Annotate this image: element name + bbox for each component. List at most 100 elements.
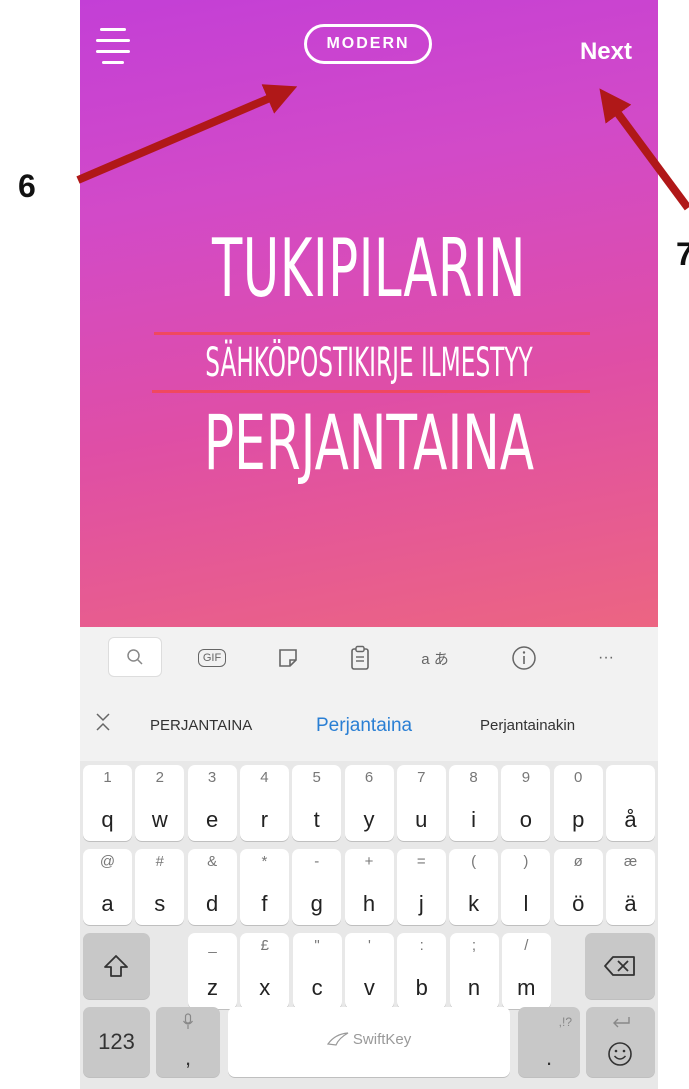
keyboard-toolbar: GIF a あ ···	[80, 627, 658, 689]
key-v[interactable]: ' v	[344, 933, 394, 1009]
key-primary-label: h	[362, 891, 376, 916]
search-icon[interactable]	[108, 637, 162, 677]
key-d[interactable]: & d	[187, 849, 237, 925]
comma-label: ,	[184, 1045, 192, 1070]
suggestion-right[interactable]: Perjantainakin	[480, 717, 575, 734]
shift-icon	[104, 955, 128, 977]
story-canvas[interactable]: MODERN Next TUKIPILARIN SÄHKÖPOSTIKIRJE …	[80, 0, 658, 627]
key-primary-label: x	[259, 975, 271, 1000]
key-u[interactable]: 7u	[396, 765, 446, 841]
key-m[interactable]: / m	[501, 933, 551, 1009]
text-style-button[interactable]: MODERN	[304, 24, 432, 64]
menu-icon[interactable]	[96, 26, 132, 68]
translate-icon[interactable]: a あ	[410, 639, 460, 677]
comma-key[interactable]: ,	[156, 1007, 220, 1077]
microphone-icon	[183, 1013, 193, 1029]
key-e[interactable]: 3e	[187, 765, 237, 841]
enter-icon	[613, 1017, 630, 1028]
key-primary-label: s	[154, 891, 166, 916]
key-c[interactable]: " c	[292, 933, 342, 1009]
story-text-line-2[interactable]: SÄHKÖPOSTIKIRJE ILMESTYY	[201, 340, 536, 386]
shift-key[interactable]	[83, 933, 150, 999]
period-key[interactable]: ,!? .	[518, 1007, 580, 1077]
key-primary-label: l	[523, 891, 529, 916]
numbers-key[interactable]: 123	[83, 1007, 150, 1077]
next-button[interactable]: Next	[580, 38, 632, 66]
key-a[interactable]: @ a	[83, 849, 132, 925]
key-z[interactable]: _ z	[188, 933, 237, 1009]
key-secondary-label: ø	[573, 853, 583, 870]
key-k[interactable]: (k	[449, 849, 499, 925]
key-ö[interactable]: øö	[553, 849, 603, 925]
key-secondary-label: 8	[469, 769, 478, 786]
key-r[interactable]: 4r	[239, 765, 289, 841]
suggestion-left[interactable]: PERJANTAINA	[150, 717, 252, 734]
spellcheck-underline	[154, 332, 590, 335]
key-primary-label: w	[151, 807, 168, 832]
key-secondary-label: 5	[312, 769, 321, 786]
key-ä[interactable]: æä	[606, 849, 655, 925]
key-primary-label: n	[467, 975, 481, 1000]
key-h[interactable]: + h	[344, 849, 394, 925]
suggestion-bar: PERJANTAINA Perjantaina Perjantainakin	[80, 689, 658, 761]
key-primary-label: i	[471, 807, 477, 832]
key-g[interactable]: -g	[292, 849, 342, 925]
space-label: SwiftKey	[228, 1031, 510, 1048]
key-n[interactable]: ; n	[449, 933, 499, 1009]
key-å[interactable]: å	[606, 765, 655, 841]
enter-emoji-key[interactable]	[586, 1007, 655, 1077]
key-primary-label: g	[310, 891, 323, 916]
key-f[interactable]: * f	[239, 849, 289, 925]
suggestion-middle[interactable]: Perjantaina	[316, 715, 412, 737]
key-s[interactable]: # s	[135, 849, 185, 925]
key-secondary-label: '	[367, 937, 371, 954]
key-i[interactable]: 8i	[449, 765, 499, 841]
key-secondary-label: £	[260, 937, 269, 954]
key-secondary-label: æ	[623, 853, 638, 870]
swiftkey-label: SwiftKey	[352, 1031, 412, 1048]
key-secondary-label: @	[99, 853, 116, 870]
key-primary-label: a	[101, 891, 114, 916]
gif-icon[interactable]: GIF	[190, 639, 234, 677]
key-primary-label: m	[517, 975, 536, 1000]
key-secondary-label: 3	[207, 769, 217, 786]
key-p[interactable]: 0p	[553, 765, 603, 841]
key-secondary-label: *	[261, 853, 268, 870]
key-primary-label: d	[205, 891, 219, 916]
key-q[interactable]: 1q	[83, 765, 132, 841]
key-w[interactable]: 2w	[135, 765, 185, 841]
key-o[interactable]: 9o	[501, 765, 551, 841]
key-secondary-label: )	[523, 853, 529, 870]
swiftkey-logo-icon	[326, 1032, 349, 1046]
key-b[interactable]: :b	[397, 933, 447, 1009]
key-secondary-label: 1	[103, 769, 112, 786]
key-primary-label: ä	[624, 891, 637, 916]
key-secondary-label: ;	[471, 937, 477, 954]
key-secondary-label: 9	[521, 769, 531, 786]
key-secondary-label: "	[314, 937, 320, 954]
clipboard-icon[interactable]	[340, 639, 380, 677]
emoji-icon	[608, 1042, 632, 1066]
key-t[interactable]: 5t	[292, 765, 342, 841]
period-label: .	[545, 1045, 553, 1070]
key-l[interactable]: ) l	[501, 849, 551, 925]
swiftkey-keyboard: GIF a あ ··· PERJANTAINA Perjantaina Perj…	[80, 627, 658, 1089]
spellcheck-underline	[152, 390, 590, 393]
collapse-icon[interactable]	[94, 711, 112, 738]
numbers-label: 123	[98, 1029, 135, 1054]
space-key[interactable]: SwiftKey	[228, 1007, 510, 1077]
key-primary-label: u	[415, 807, 428, 832]
story-text-line-3[interactable]: PERJANTAINA	[178, 398, 559, 487]
more-icon[interactable]: ···	[586, 639, 626, 677]
key-j[interactable]: = j	[396, 849, 446, 925]
backspace-key[interactable]	[585, 933, 655, 999]
key-secondary-label: #	[155, 853, 164, 870]
period-hint: ,!?	[558, 1015, 572, 1029]
story-text-line-1[interactable]: TUKIPILARIN	[190, 222, 548, 315]
key-x[interactable]: £ x	[240, 933, 290, 1009]
key-secondary-label: /	[524, 937, 529, 954]
key-y[interactable]: 6y	[344, 765, 394, 841]
info-icon[interactable]	[504, 639, 544, 677]
sticker-icon[interactable]	[268, 639, 308, 677]
key-primary-label: q	[101, 807, 114, 832]
